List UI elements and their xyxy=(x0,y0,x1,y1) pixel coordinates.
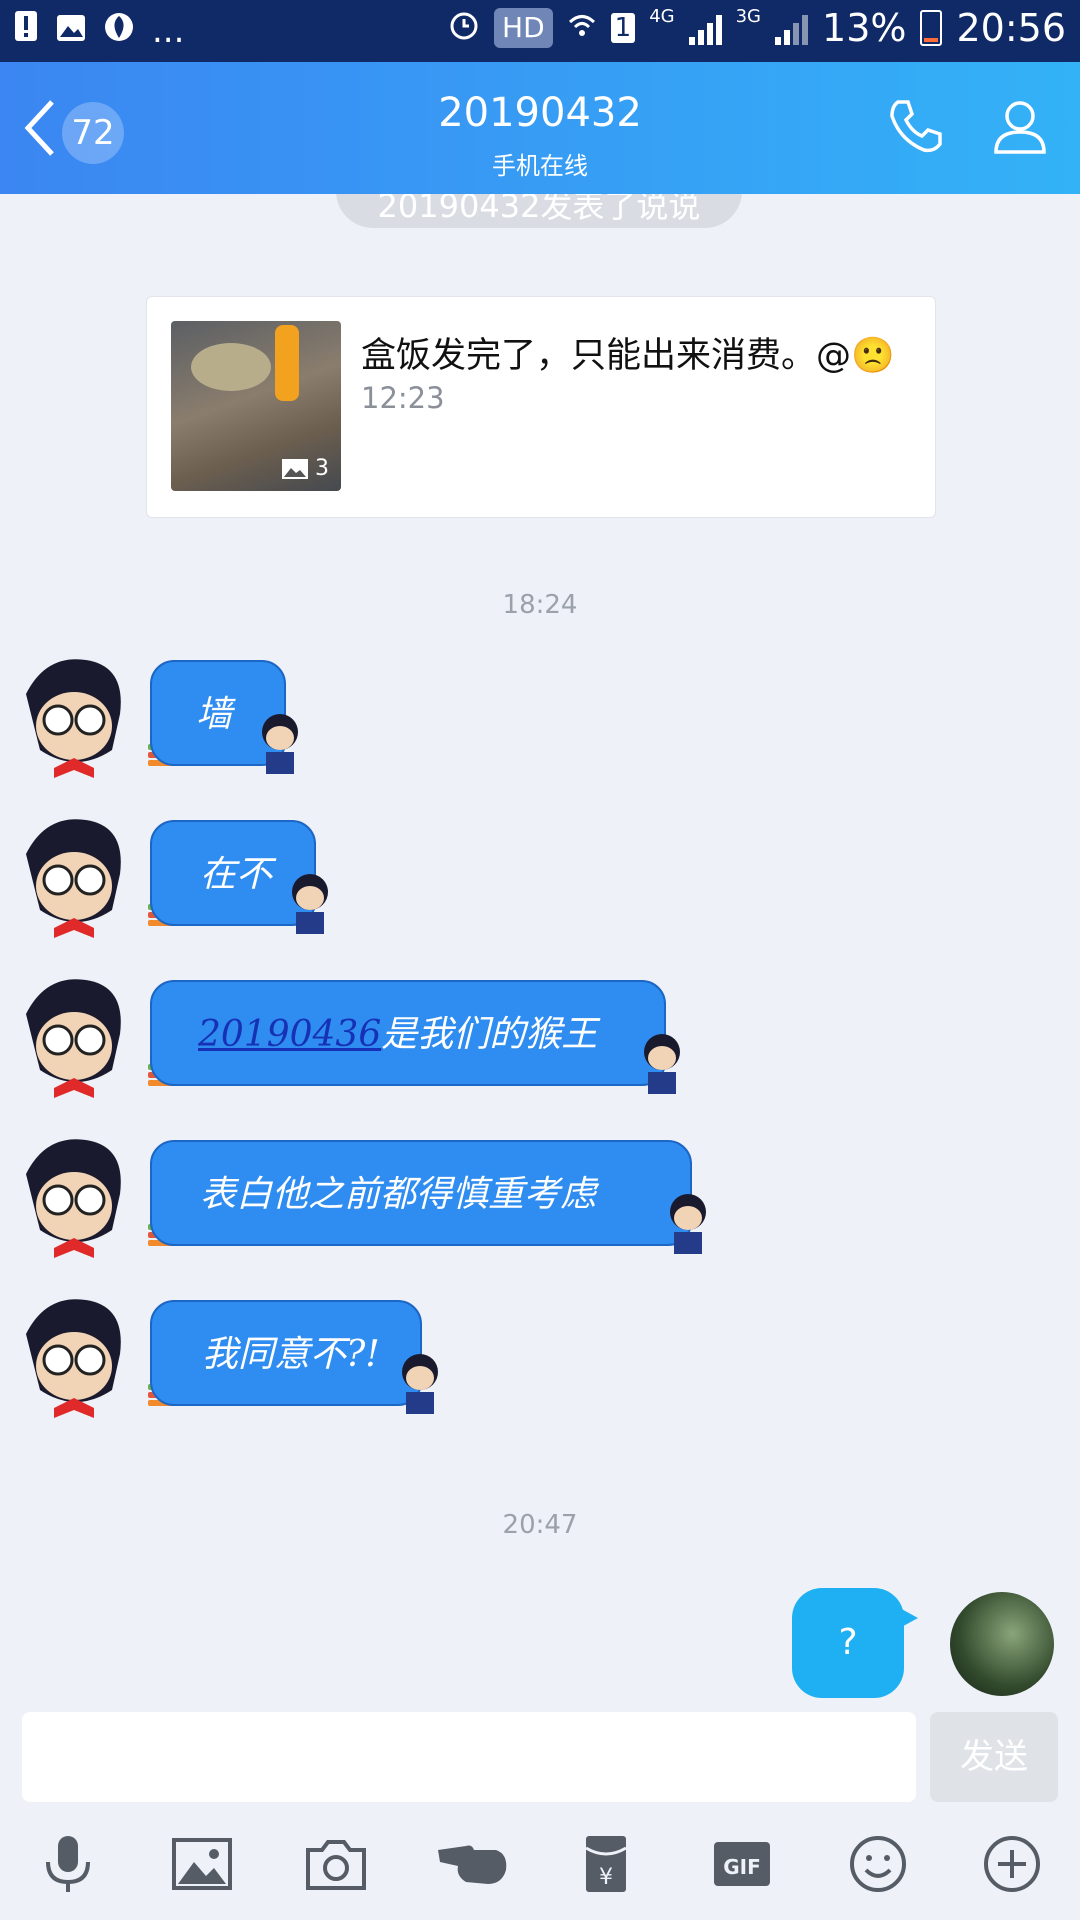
timestamp: 20:47 xyxy=(502,1510,578,1540)
clock: 20:56 xyxy=(956,6,1066,50)
gallery-icon xyxy=(56,11,86,51)
svg-text:GIF: GIF xyxy=(723,1855,761,1879)
post-notice[interactable]: 20190432发表了说说 xyxy=(336,194,742,228)
network-type-2: 3G xyxy=(735,6,762,27)
image-count: 3 xyxy=(281,456,329,481)
message-input[interactable] xyxy=(22,1712,916,1802)
camera-icon[interactable] xyxy=(304,1832,368,1896)
svg-text:¥: ¥ xyxy=(599,1865,613,1890)
post-time: 12:23 xyxy=(361,381,445,415)
network-type-1: 4G xyxy=(649,6,675,27)
message-bubble[interactable]: 我同意不?! xyxy=(150,1300,422,1406)
person-icon xyxy=(994,101,1046,154)
message-row: 20190436是我们的猴王 xyxy=(0,974,1080,1114)
timestamp: 18:24 xyxy=(502,590,578,620)
more-notifications: ... xyxy=(152,10,185,51)
pendant-icon xyxy=(670,1194,706,1254)
wifi-icon xyxy=(567,6,597,50)
avatar[interactable] xyxy=(16,974,134,1102)
pendant-icon xyxy=(292,874,328,934)
chat-toolbar: ¥ GIF xyxy=(0,1806,1080,1920)
message-row: 我同意不?! xyxy=(0,1294,1080,1434)
pendant-icon xyxy=(644,1034,680,1094)
battery-icon xyxy=(920,10,943,46)
message-bubble[interactable]: 20190436是我们的猴王 xyxy=(150,980,666,1086)
avatar[interactable] xyxy=(16,1134,134,1262)
message-row: 表白他之前都得慎重考虑 xyxy=(0,1134,1080,1274)
message-row: 在不 xyxy=(0,814,1080,954)
profile-button[interactable] xyxy=(990,96,1050,160)
red-packet-icon[interactable]: ¥ xyxy=(574,1832,638,1896)
post-text: 盒饭发完了，只能出来消费。@🙁 xyxy=(361,336,895,376)
avatar[interactable] xyxy=(16,1294,134,1422)
avatar[interactable] xyxy=(16,814,134,942)
post-thumbnail[interactable]: 3 xyxy=(171,321,341,491)
chat-area[interactable]: 20190432发表了说说 3 盒饭发完了，只能出来消费。@🙁 12:23 18… xyxy=(0,194,1080,1710)
pendant-icon xyxy=(262,714,298,774)
alert-icon xyxy=(14,10,38,51)
my-avatar[interactable] xyxy=(950,1592,1054,1696)
alarm-icon xyxy=(448,6,480,50)
phone-call-button[interactable] xyxy=(886,96,946,160)
signal-icon xyxy=(775,11,809,45)
poke-icon[interactable] xyxy=(436,1832,512,1896)
message-row: 墙 xyxy=(0,654,1080,794)
battery-percent: 13% xyxy=(822,6,907,50)
pendant-icon xyxy=(402,1354,438,1414)
image-icon[interactable] xyxy=(170,1832,234,1896)
mention-link[interactable]: 20190436 xyxy=(198,1014,381,1055)
gif-icon[interactable]: GIF xyxy=(710,1832,774,1896)
input-bar: 发送 xyxy=(0,1710,1080,1806)
phone-icon xyxy=(890,100,942,153)
image-icon xyxy=(282,458,308,479)
post-card[interactable]: 3 盒饭发完了，只能出来消费。@🙁 12:23 xyxy=(146,296,936,518)
my-message-bubble[interactable]: ? xyxy=(792,1588,918,1698)
send-button[interactable]: 发送 xyxy=(930,1712,1058,1802)
hd-badge: HD xyxy=(494,8,553,48)
signal-icon xyxy=(688,11,722,45)
microphone-icon[interactable] xyxy=(36,1832,100,1896)
message-bubble[interactable]: 表白他之前都得慎重考虑 xyxy=(150,1140,692,1246)
chat-header: 72 20190432 手机在线 xyxy=(0,62,1080,194)
emoji-icon[interactable] xyxy=(846,1832,910,1896)
sim-badge: 1 xyxy=(610,13,636,43)
plus-icon[interactable] xyxy=(980,1832,1044,1896)
status-bar: ... HD 1 4G 3G 13% 20:56 xyxy=(0,0,1080,62)
app-icon xyxy=(104,11,134,51)
avatar[interactable] xyxy=(16,654,134,782)
